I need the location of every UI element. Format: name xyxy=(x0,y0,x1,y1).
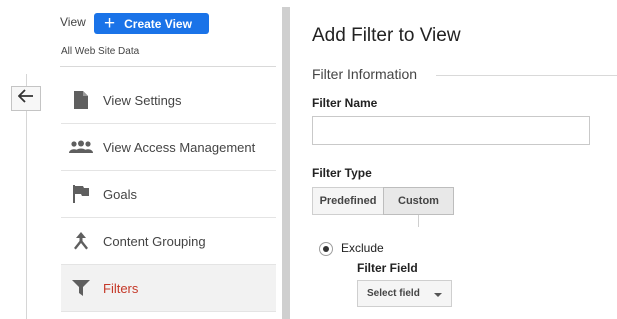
flag-icon xyxy=(69,183,93,205)
view-menu: View Settings View Access Management Goa… xyxy=(61,77,276,312)
scrollbar[interactable] xyxy=(282,7,290,319)
tab-indicator xyxy=(418,215,419,227)
filter-icon xyxy=(69,277,93,299)
section-divider xyxy=(436,75,617,76)
document-icon xyxy=(69,89,93,111)
create-view-button[interactable]: + Create View xyxy=(94,13,209,34)
page-title: Add Filter to View xyxy=(312,25,461,46)
sidebar-item-label: View Settings xyxy=(103,92,182,108)
section-heading: Filter Information xyxy=(312,66,418,82)
view-name: All Web Site Data xyxy=(61,46,140,57)
view-label: View xyxy=(60,15,86,29)
create-view-label: Create View xyxy=(124,16,192,31)
divider xyxy=(60,66,276,67)
plus-icon: + xyxy=(104,12,116,34)
filter-type-predefined[interactable]: Predefined xyxy=(312,187,384,215)
exclude-radio[interactable] xyxy=(319,242,333,256)
sidebar-item-view-settings[interactable]: View Settings xyxy=(61,77,276,124)
people-icon xyxy=(69,136,93,158)
chevron-down-icon xyxy=(434,293,442,297)
filter-field-select[interactable]: Select field xyxy=(357,280,452,307)
sidebar-item-label: Content Grouping xyxy=(103,233,206,249)
sidebar-item-label: Filters xyxy=(103,280,139,296)
back-button[interactable] xyxy=(11,86,41,111)
exclude-radio-label: Exclude xyxy=(341,241,384,255)
sidebar-item-content-grouping[interactable]: Content Grouping xyxy=(61,218,276,265)
filter-field-label: Filter Field xyxy=(357,261,418,275)
select-field-value: Select field xyxy=(367,288,420,299)
sidebar-item-label: View Access Management xyxy=(103,139,256,155)
filter-name-input[interactable] xyxy=(312,116,590,145)
filter-type-label: Filter Type xyxy=(312,166,372,180)
sidebar-item-label: Goals xyxy=(103,186,137,202)
sidebar-item-goals[interactable]: Goals xyxy=(61,171,276,218)
filter-type-custom[interactable]: Custom xyxy=(383,187,454,215)
sidebar-item-view-access-management[interactable]: View Access Management xyxy=(61,124,276,171)
filter-name-label: Filter Name xyxy=(312,96,378,110)
arrow-left-icon xyxy=(17,89,34,108)
content-grouping-icon xyxy=(69,230,93,252)
sidebar-item-filters[interactable]: Filters xyxy=(61,265,276,312)
